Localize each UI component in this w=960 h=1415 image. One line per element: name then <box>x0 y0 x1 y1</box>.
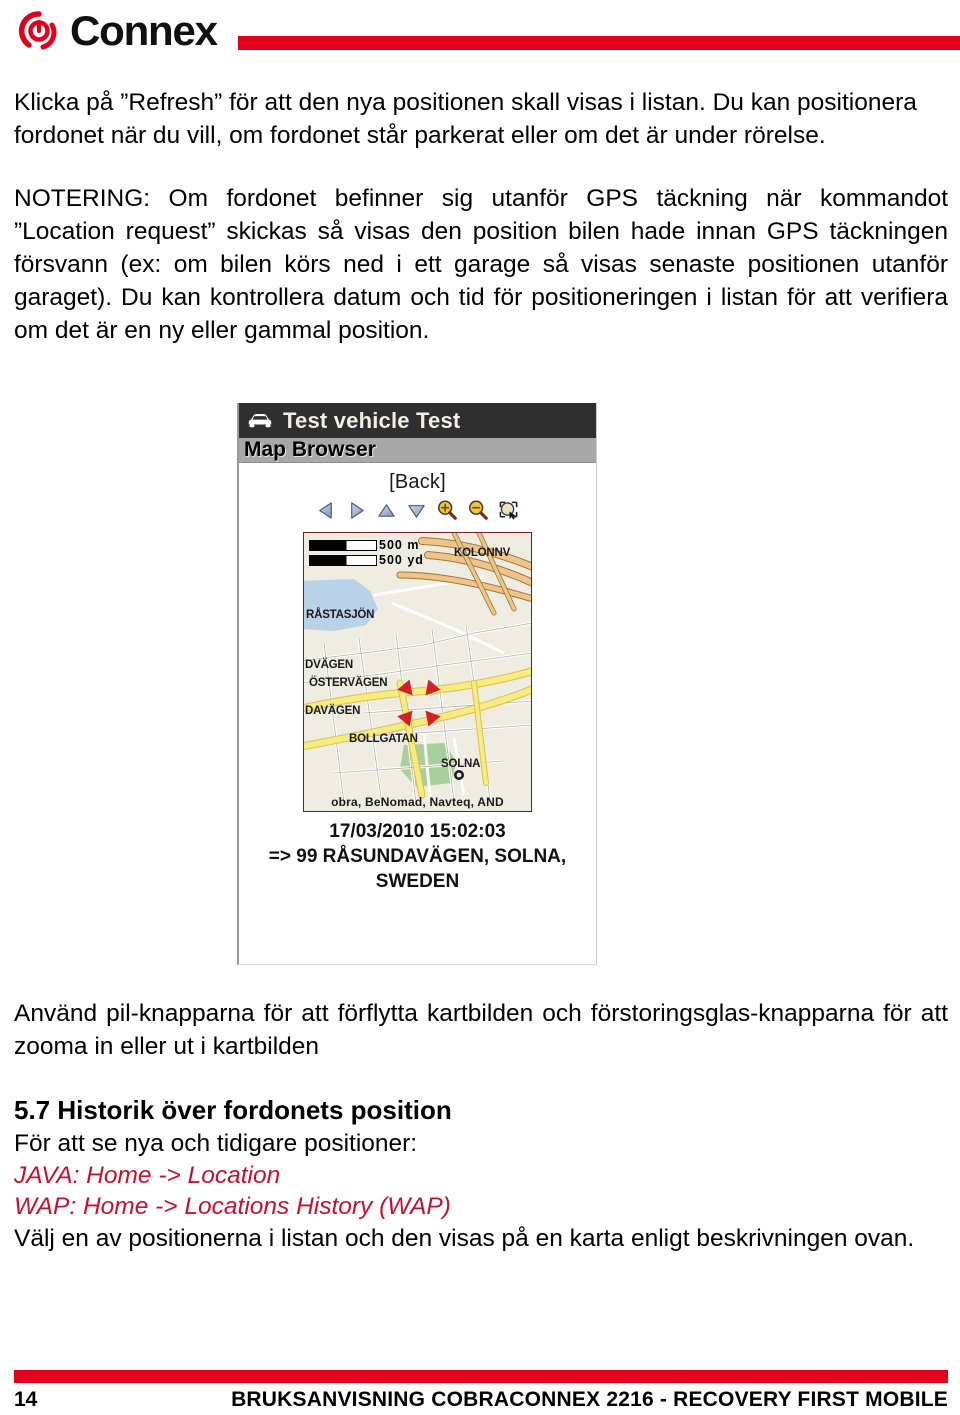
paragraph-refresh: Klicka på ”Refresh” för att den nya posi… <box>14 89 917 149</box>
screenshot-titlebar: Test vehicle Test <box>239 403 596 438</box>
page-number: 14 <box>14 1388 38 1411</box>
position-timestamp: 17/03/2010 15:02:03 <box>329 821 506 842</box>
java-path: JAVA: Home -> Location <box>14 1162 281 1189</box>
zoom-out-icon[interactable] <box>467 499 489 521</box>
pan-left-icon[interactable] <box>316 500 337 521</box>
map-browser-screenshot: Test vehicle Test Map Browser [Back] 500… <box>237 403 597 965</box>
lower-content: Använd pil-knapparna för att förflytta k… <box>14 997 948 1255</box>
map-canvas[interactable]: 500 m 500 yd KOLONNV RÅSTASJÖN DVÄGEN ÖS… <box>303 532 532 812</box>
position-address-line2: SWEDEN <box>375 871 460 892</box>
pan-up-icon[interactable] <box>376 500 397 521</box>
pan-down-icon[interactable] <box>406 500 427 521</box>
scale-bar-metric <box>309 539 377 551</box>
map-label: KOLONNV <box>454 547 511 559</box>
map-label: BOLLGATAN <box>349 733 418 745</box>
map-label: RÅSTASJÖN <box>306 609 375 621</box>
section-heading: 5.7 Historik över fordonets position <box>14 1095 452 1125</box>
map-data-credit: obra, BeNomad, Navteq, AND <box>331 795 504 809</box>
pan-right-icon[interactable] <box>346 500 367 521</box>
map-label: DVÄGEN <box>305 659 354 671</box>
zoom-in-icon[interactable] <box>436 499 458 521</box>
back-link[interactable]: [Back] <box>239 471 596 494</box>
scale-bar-imperial <box>309 554 377 566</box>
brand-logo: Connex <box>14 6 218 56</box>
position-caption: 17/03/2010 15:02:03 => 99 RÅSUNDAVÄGEN, … <box>239 819 596 894</box>
position-address-line1: => 99 RÅSUNDAVÄGEN, SOLNA, <box>268 846 567 867</box>
page-footer: 14 BRUKSANVISNING COBRACONNEX 2216 - REC… <box>14 1388 948 1412</box>
connex-spiral-logo-icon <box>18 11 57 50</box>
section-outro: Välj en av positionerna i listan och den… <box>14 1225 915 1252</box>
screenshot-frame: Test vehicle Test Map Browser [Back] 500… <box>237 403 597 965</box>
screenshot-subtitle: Map Browser <box>244 438 376 461</box>
map-scale-metric: 500 m <box>309 538 419 552</box>
footer-accent-rule <box>14 1370 948 1383</box>
map-graphics <box>304 533 531 811</box>
screenshot-title: Test vehicle Test <box>283 407 461 433</box>
map-label: DAVÄGEN <box>305 705 361 717</box>
select-area-icon[interactable] <box>498 500 519 521</box>
map-label: ÖSTERVÄGEN <box>309 677 388 689</box>
page-header: Connex <box>0 0 960 72</box>
wap-path: WAP: Home -> Locations History (WAP) <box>14 1193 451 1220</box>
header-accent-rule <box>238 36 960 50</box>
upper-content: Klicka på ”Refresh” för att den nya posi… <box>14 86 948 347</box>
map-toolbar <box>239 498 596 522</box>
paragraph-notering: NOTERING: Om fordonet befinner sig utanf… <box>14 185 948 344</box>
scale-label-imperial: 500 yd <box>379 553 424 567</box>
map-scale-imperial: 500 yd <box>309 553 424 567</box>
screenshot-subbar: Map Browser <box>239 438 596 463</box>
paragraph-arrow-keys: Använd pil-knapparna för att förflytta k… <box>14 1000 948 1060</box>
footer-manual-title: BRUKSANVISNING COBRACONNEX 2216 - RECOVE… <box>231 1388 948 1411</box>
brand-name: Connex <box>70 7 218 54</box>
scale-label-metric: 500 m <box>379 538 420 552</box>
map-label: SOLNA <box>441 758 481 770</box>
car-icon <box>248 413 272 427</box>
document-page: Connex Klicka på ”Refresh” för att den n… <box>0 0 960 1415</box>
section-intro: För att se nya och tidigare positioner: <box>14 1130 418 1157</box>
